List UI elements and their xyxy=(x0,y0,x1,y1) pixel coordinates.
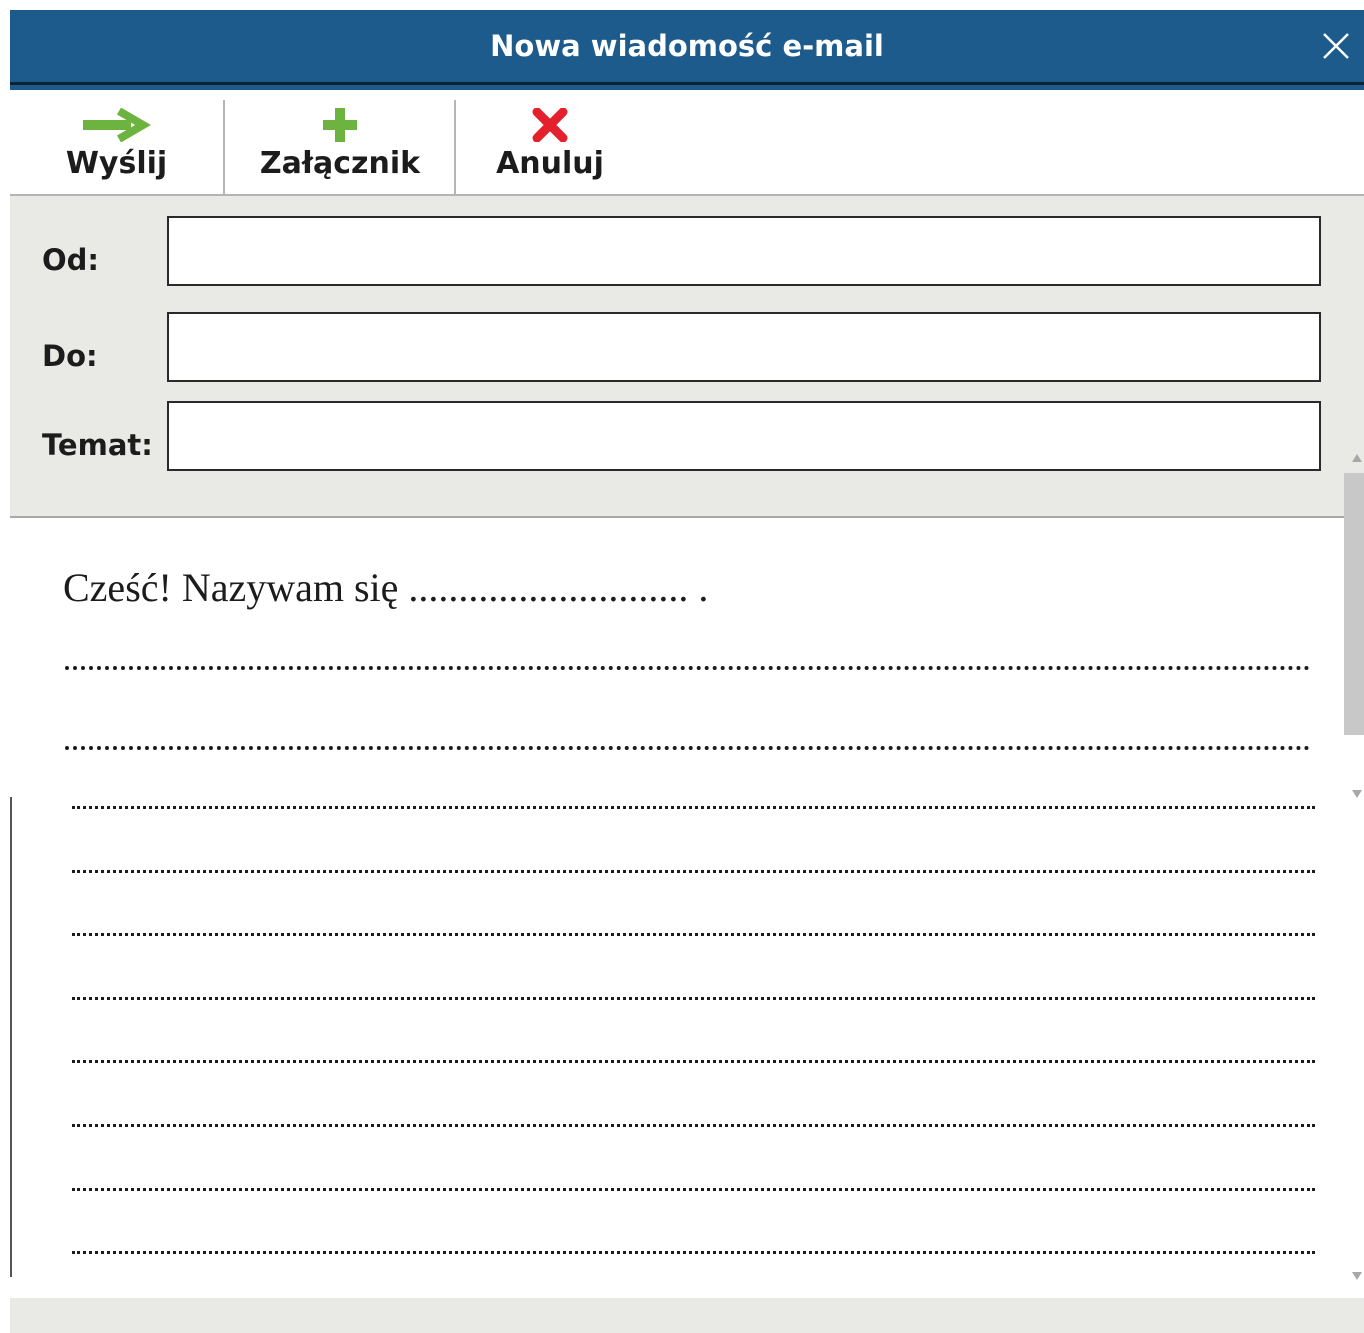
window-title: Nowa wiadomość e-mail xyxy=(490,29,884,63)
to-field[interactable] xyxy=(167,312,1321,382)
message-body[interactable]: Cześć! Nazywam się .....................… xyxy=(10,518,1336,1298)
toolbar: Wyślij Załącznik Anuluj xyxy=(10,90,1364,196)
blank-line xyxy=(72,997,1315,1000)
email-compose-window: Nowa wiadomość e-mail Wyślij Załącznik A… xyxy=(10,10,1364,1333)
scroll-up-arrow-icon[interactable] xyxy=(1351,452,1363,464)
blank-line xyxy=(72,1124,1315,1127)
title-bar: Nowa wiadomość e-mail xyxy=(10,10,1364,85)
scroll-down-arrow-icon[interactable] xyxy=(1351,788,1363,800)
close-icon[interactable] xyxy=(1320,30,1352,62)
blank-line xyxy=(72,933,1315,936)
blank-line xyxy=(72,870,1315,873)
message-header: Od: Do: Temat: xyxy=(10,196,1364,518)
from-field[interactable] xyxy=(167,216,1321,286)
attach-button[interactable]: Załącznik xyxy=(225,98,455,194)
subject-field[interactable] xyxy=(167,401,1321,471)
scroll-down-arrow-icon[interactable] xyxy=(1351,1270,1363,1282)
attach-button-label: Załącznik xyxy=(259,146,421,181)
x-icon xyxy=(532,108,568,142)
cancel-button[interactable]: Anuluj xyxy=(456,98,644,194)
send-button-label: Wyślij xyxy=(65,146,168,181)
blank-line xyxy=(72,1060,1315,1063)
to-label: Do: xyxy=(42,339,98,373)
blank-line xyxy=(72,806,1315,809)
plus-icon xyxy=(323,108,357,142)
blank-line xyxy=(65,666,1310,670)
greeting-text: Cześć! Nazywam się .....................… xyxy=(63,565,709,610)
cancel-button-label: Anuluj xyxy=(496,146,604,181)
blank-line xyxy=(72,1251,1315,1254)
from-label: Od: xyxy=(42,243,100,277)
arrow-right-icon xyxy=(82,108,151,142)
scrollbar-thumb[interactable] xyxy=(1344,473,1364,735)
send-button[interactable]: Wyślij xyxy=(10,98,223,194)
status-bar xyxy=(10,1298,1364,1333)
subject-label: Temat: xyxy=(42,428,153,462)
blank-line xyxy=(72,1188,1315,1191)
window-edge xyxy=(10,797,12,1277)
blank-line xyxy=(65,746,1310,750)
